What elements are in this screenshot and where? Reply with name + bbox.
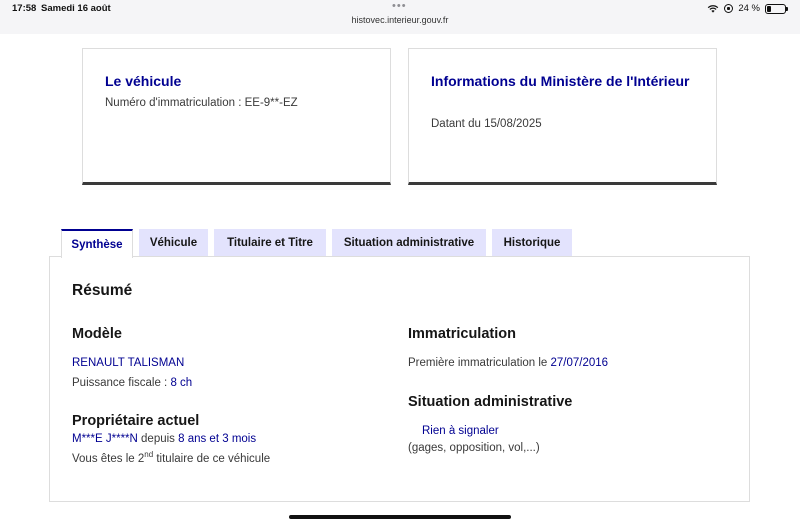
fiscal-power-label: Puissance fiscale : [72, 377, 171, 389]
owner-info: M***E J****N depuis 8 ans et 3 mois [72, 433, 256, 445]
more-dots-icon[interactable]: ••• [392, 0, 407, 12]
owner-rank-suffix: titulaire de ce véhicule [153, 452, 271, 465]
first-registration-label: Première immatriculation le [408, 357, 551, 369]
status-time: 17:58 [12, 3, 37, 14]
fiscal-power: Puissance fiscale : 8 ch [72, 377, 192, 389]
battery-icon [765, 3, 788, 14]
rotation-lock-icon [724, 4, 734, 13]
battery-percent: 24 % [738, 3, 760, 14]
summary-title: Résumé [72, 282, 133, 299]
status-date: Samedi 16 août [41, 3, 111, 14]
address-bar-url[interactable]: histovec.interieur.gouv.fr [0, 15, 800, 25]
ministry-card: Informations du Ministère de l'Intérieur… [408, 48, 717, 185]
owner-heading: Propriétaire actuel [72, 413, 200, 429]
model-name: RENAULT TALISMAN [72, 357, 185, 369]
owner-duration: 8 ans et 3 mois [178, 433, 257, 445]
owner-rank: Vous êtes le 2nd titulaire de ce véhicul… [72, 450, 270, 465]
status-indicators: 24 % [707, 3, 788, 14]
owner-since-label: depuis [137, 433, 179, 445]
registration-number: Numéro d'immatriculation : EE-9**-EZ [105, 97, 298, 109]
first-registration-date: 27/07/2016 [550, 357, 609, 369]
ministry-card-title: Informations du Ministère de l'Intérieur [431, 73, 690, 89]
model-heading: Modèle [72, 326, 122, 342]
vehicle-card-title: Le véhicule [105, 73, 182, 89]
tab-synthese[interactable]: Synthèse [61, 229, 133, 258]
tab-situation-administrative[interactable]: Situation administrative [332, 229, 486, 256]
owner-rank-prefix: Vous êtes le 2 [72, 452, 145, 465]
first-registration: Première immatriculation le 27/07/2016 [408, 357, 608, 369]
admin-status-details: (gages, opposition, vol,...) [408, 442, 540, 454]
owner-name: M***E J****N [72, 433, 138, 445]
tab-historique[interactable]: Historique [492, 229, 572, 256]
wifi-icon [708, 5, 719, 13]
fiscal-power-value: 8 ch [170, 377, 193, 389]
status-bar: 17:58 Samedi 16 août ••• histovec.interi… [0, 0, 800, 34]
tab-vehicule[interactable]: Véhicule [139, 229, 208, 256]
tab-titulaire-et-titre[interactable]: Titulaire et Titre [214, 229, 326, 256]
registration-heading: Immatriculation [408, 326, 516, 342]
home-indicator[interactable] [289, 515, 511, 519]
admin-status: Rien à signaler [422, 425, 499, 437]
vehicle-card: Le véhicule Numéro d'immatriculation : E… [82, 48, 391, 185]
admin-situation-heading: Situation administrative [408, 394, 573, 410]
ministry-date: Datant du 15/08/2025 [431, 118, 542, 130]
owner-rank-sup: nd [144, 450, 154, 459]
